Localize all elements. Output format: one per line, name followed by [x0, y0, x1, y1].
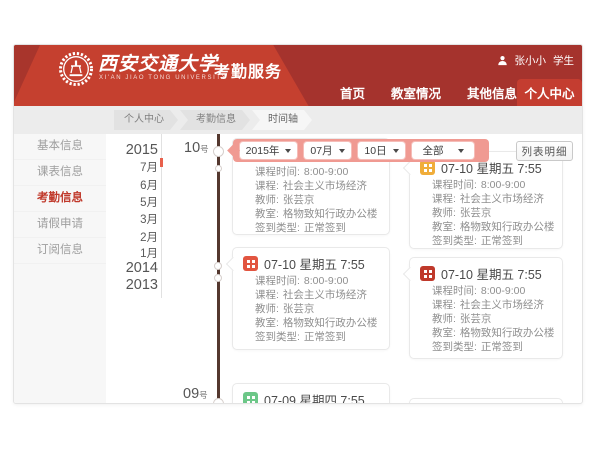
header-corner-band [14, 45, 44, 105]
signin-badge-icon [243, 392, 258, 405]
app-header: 西安交通大学 XI'AN JIAO TONG UNIVERSITY 考勤服务 张… [14, 45, 583, 106]
attendance-card[interactable]: 07-10 星期五 7:55 课程时间:8:00-9:00 课程:社会主义市场经… [409, 257, 563, 359]
breadcrumb-attendance-info[interactable]: 考勤信息 [180, 110, 250, 130]
day-marker-09: 09号 [183, 386, 208, 402]
nav-home[interactable]: 首页 [340, 83, 365, 102]
nav-personal-center-active-tab[interactable]: 个人中心 [517, 79, 582, 106]
signin-badge-icon [243, 256, 258, 271]
breadcrumb-timeline[interactable]: 时间轴 [252, 110, 312, 130]
axis-year-2013[interactable]: 2013 [14, 278, 158, 293]
breadcrumb-personal-center[interactable]: 个人中心 [114, 110, 178, 130]
axis-year-2015[interactable]: 2015 [14, 143, 158, 158]
university-name-cn: 西安交通大学 [98, 49, 218, 76]
axis-month-jun[interactable]: 6月 [14, 179, 158, 194]
university-logo-icon [58, 51, 94, 87]
user-info[interactable]: 张小小 学生 [497, 53, 575, 68]
scope-select[interactable]: 全部 [412, 142, 474, 159]
year-select[interactable]: 2015年 [240, 142, 297, 159]
breadcrumb: 个人中心 考勤信息 时间轴 [114, 110, 312, 130]
user-role: 学生 [553, 53, 574, 68]
user-icon [497, 55, 508, 66]
day-select[interactable]: 10日 [358, 142, 405, 159]
university-name-en: XI'AN JIAO TONG UNIVERSITY [99, 75, 227, 81]
axis-month-jul[interactable]: 7月 [14, 161, 158, 176]
main-nav: 首页 教室情况 其他信息 [340, 79, 517, 106]
day-marker-10: 10号 [184, 140, 209, 156]
app-title: 考勤服务 [214, 58, 282, 82]
chevron-down-icon [458, 149, 464, 153]
attendance-card[interactable]: 07-10 星期五 7:55 课程时间:8:00-9:00 课程:社会主义市场经… [232, 247, 390, 350]
nav-classrooms[interactable]: 教室情况 [391, 83, 441, 102]
timeline-node [215, 165, 222, 172]
axis-month-may[interactable]: 5月 [14, 196, 158, 211]
user-name: 张小小 [515, 53, 547, 68]
axis-month-feb[interactable]: 2月 [14, 231, 158, 246]
timeline-node [213, 398, 224, 404]
chevron-down-icon [393, 149, 399, 153]
list-detail-button[interactable]: 列表明细 [516, 141, 573, 161]
attendance-card-partial[interactable] [409, 398, 563, 404]
app-window: 西安交通大学 XI'AN JIAO TONG UNIVERSITY 考勤服务 张… [13, 44, 583, 404]
current-month-marker [160, 158, 163, 167]
breadcrumb-bar: 个人中心 考勤信息 时间轴 [14, 106, 583, 134]
axis-year-2014[interactable]: 2014 [14, 261, 158, 276]
month-select[interactable]: 07月 [304, 142, 351, 159]
timeline-node [213, 146, 224, 157]
chevron-down-icon [285, 149, 291, 153]
date-filter-bar: 2015年 07月 10日 全部 [233, 139, 489, 162]
axis-month-mar[interactable]: 3月 [14, 213, 158, 228]
timeline-node [214, 274, 222, 282]
page: 西安交通大学 XI'AN JIAO TONG UNIVERSITY 考勤服务 张… [0, 0, 600, 450]
attendance-card[interactable]: 07-10 星期五 7:55 课程时间:8:00-9:00 课程:社会主义市场经… [409, 151, 563, 249]
nav-other-info[interactable]: 其他信息 [467, 83, 517, 102]
timeline-node [214, 262, 222, 270]
signin-badge-icon [420, 266, 435, 281]
attendance-card[interactable]: 07-09 星期四 7:55 [232, 383, 390, 404]
chevron-down-icon [339, 149, 345, 153]
